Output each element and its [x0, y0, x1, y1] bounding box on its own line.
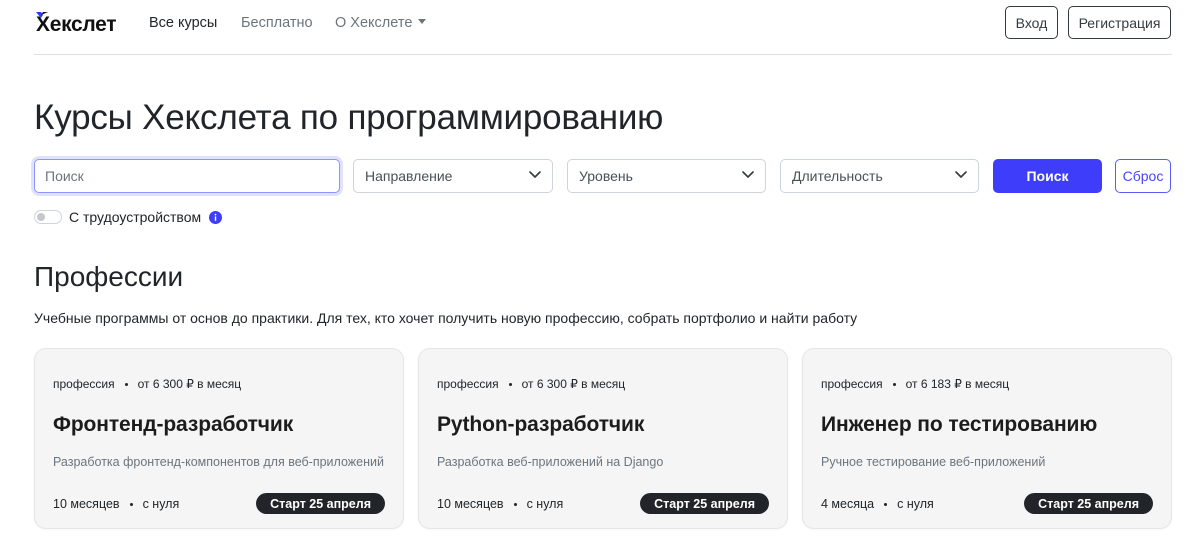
nav-all-courses[interactable]: Все курсы: [149, 15, 217, 31]
nav-about-dropdown[interactable]: О Хекслете: [335, 15, 427, 31]
card-price: от 6 300 ₽ в месяц: [521, 377, 626, 391]
card-level: с нуля: [526, 497, 564, 511]
caret-down-icon: [418, 18, 427, 24]
card-level: с нуля: [897, 497, 934, 511]
card-kind: профессия: [821, 377, 883, 391]
dot-separator: [508, 382, 512, 386]
card-meta: профессия от 6 183 ₽ в месяц: [821, 377, 1009, 391]
logo-mark-icon: [36, 12, 48, 18]
logo[interactable]: Хекслет: [36, 11, 117, 36]
level-select[interactable]: Уровень: [567, 159, 766, 193]
register-button[interactable]: Регистрация: [1068, 6, 1171, 39]
page-title: Курсы Хекслета по программированию: [34, 98, 664, 137]
card-title: Инженер по тестированию: [821, 413, 1098, 436]
employment-switch-row: С трудоустройством: [34, 206, 223, 228]
chevron-down-icon: [955, 171, 967, 178]
card-duration: 10 месяцев: [437, 497, 504, 511]
card-description: Разработка веб-приложений на Django: [437, 455, 664, 469]
card-kind: профессия: [437, 377, 499, 391]
chevron-down-icon: [529, 171, 541, 178]
card-kind: профессия: [53, 377, 115, 391]
card-duration: 10 месяцев: [53, 497, 120, 511]
card-title: Фронтенд-разработчик: [53, 413, 294, 436]
course-card-qa[interactable]: профессия от 6 183 ₽ в месяц Инженер по т…: [802, 348, 1172, 529]
card-price: от 6 183 ₽ в месяц: [905, 377, 1010, 391]
reset-button[interactable]: Сброс: [1115, 159, 1171, 193]
employment-switch[interactable]: [34, 210, 62, 224]
dot-separator: [513, 502, 517, 506]
search-button[interactable]: Поиск: [993, 159, 1102, 193]
start-badge: Старт 25 апреля: [1024, 493, 1153, 514]
dot-separator: [884, 502, 888, 506]
direction-select-value: Направление: [365, 168, 453, 184]
card-level: с нуля: [142, 497, 180, 511]
top-navbar: Хекслет Все курсы Бесплатно О Хекслете В…: [34, 0, 1172, 55]
nav-about-label: О Хекслете: [335, 15, 413, 31]
switch-knob: [37, 213, 45, 221]
duration-select[interactable]: Длительность: [780, 159, 979, 193]
card-meta: профессия от 6 300 ₽ в месяц: [53, 377, 241, 391]
dot-separator: [129, 502, 133, 506]
course-card-frontend[interactable]: профессия от 6 300 ₽ в месяц Фронтенд-раз…: [34, 348, 404, 529]
card-title: Python-разработчик: [437, 413, 645, 436]
card-footer-meta: 10 месяцев с нуля: [53, 497, 179, 511]
card-description: Ручное тестирование веб-приложений: [821, 455, 1046, 469]
card-footer-meta: 10 месяцев с нуля: [437, 497, 563, 511]
search-input[interactable]: [34, 159, 340, 193]
level-select-value: Уровень: [579, 168, 633, 184]
duration-select-value: Длительность: [792, 168, 883, 184]
login-button[interactable]: Вход: [1005, 6, 1058, 39]
card-footer-meta: 4 месяца с нуля: [821, 497, 934, 511]
employment-switch-label[interactable]: С трудоустройством: [69, 209, 201, 225]
card-description: Разработка фронтенд-компонентов для веб-…: [53, 455, 384, 469]
card-price: от 6 300 ₽ в месяц: [137, 377, 242, 391]
section-title: Профессии: [34, 261, 184, 292]
section-description: Учебные программы от основ до практики. …: [34, 310, 858, 326]
dot-separator: [892, 382, 896, 386]
start-badge: Старт 25 апреля: [256, 493, 385, 514]
card-meta: профессия от 6 300 ₽ в месяц: [437, 377, 625, 391]
card-duration: 4 месяца: [821, 497, 875, 511]
dot-separator: [124, 382, 128, 386]
direction-select[interactable]: Направление: [353, 159, 553, 193]
course-card-python[interactable]: профессия от 6 300 ₽ в месяц Python-разра…: [418, 348, 788, 529]
start-badge: Старт 25 апреля: [640, 493, 769, 514]
chevron-down-icon: [742, 171, 754, 178]
info-icon[interactable]: [209, 210, 223, 224]
logo-text: Хекслет: [36, 13, 117, 36]
nav-free[interactable]: Бесплатно: [241, 15, 313, 31]
